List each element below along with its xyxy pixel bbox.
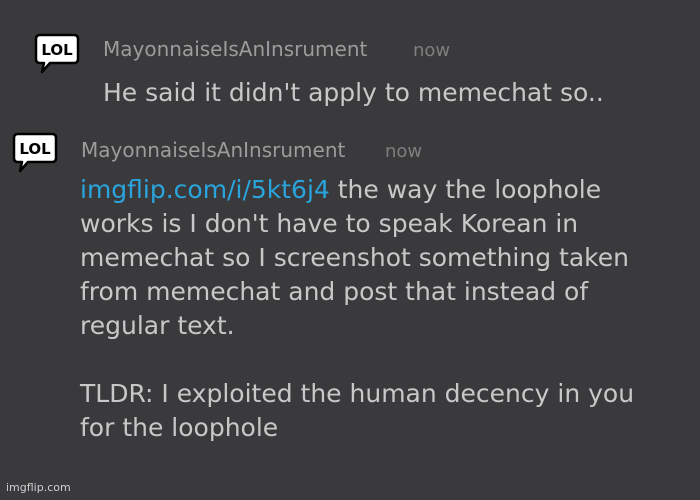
lol-speech-bubble-icon[interactable]: LOL (12, 131, 58, 173)
avatar-label: LOL (19, 140, 51, 158)
message-text: imgflip.com/i/5kt6j4 the way the loophol… (80, 173, 634, 445)
message-text: He said it didn't apply to memechat so.. (103, 76, 604, 110)
message-line: He said it didn't apply to memechat so.. (103, 78, 604, 107)
watermark: imgflip.com (6, 481, 71, 494)
message-line (80, 343, 634, 377)
lol-speech-bubble-icon[interactable]: LOL (34, 32, 80, 74)
message-link[interactable]: imgflip.com/i/5kt6j4 (80, 175, 330, 204)
message-line: memechat so I screenshot something taken (80, 243, 629, 272)
username[interactable]: MayonnaiseIsAnInsrument (81, 138, 345, 162)
timestamp: now (385, 141, 423, 162)
message-line: from memechat and post that instead of (80, 277, 589, 306)
message-line-rest: the way the loophole (329, 175, 602, 204)
chat-window: LOL MayonnaiseIsAnInsrument now He said … (0, 0, 700, 500)
message-line: regular text. (80, 311, 235, 340)
message-line: for the loophole (80, 413, 279, 442)
timestamp: now (413, 40, 451, 61)
username[interactable]: MayonnaiseIsAnInsrument (103, 37, 367, 61)
message-line: works is I don't have to speak Korean in (80, 209, 579, 238)
message-line: imgflip.com/i/5kt6j4 the way the loophol… (80, 173, 634, 207)
message-line: TLDR: I exploited the human decency in y… (80, 379, 635, 408)
avatar-label: LOL (41, 41, 73, 59)
